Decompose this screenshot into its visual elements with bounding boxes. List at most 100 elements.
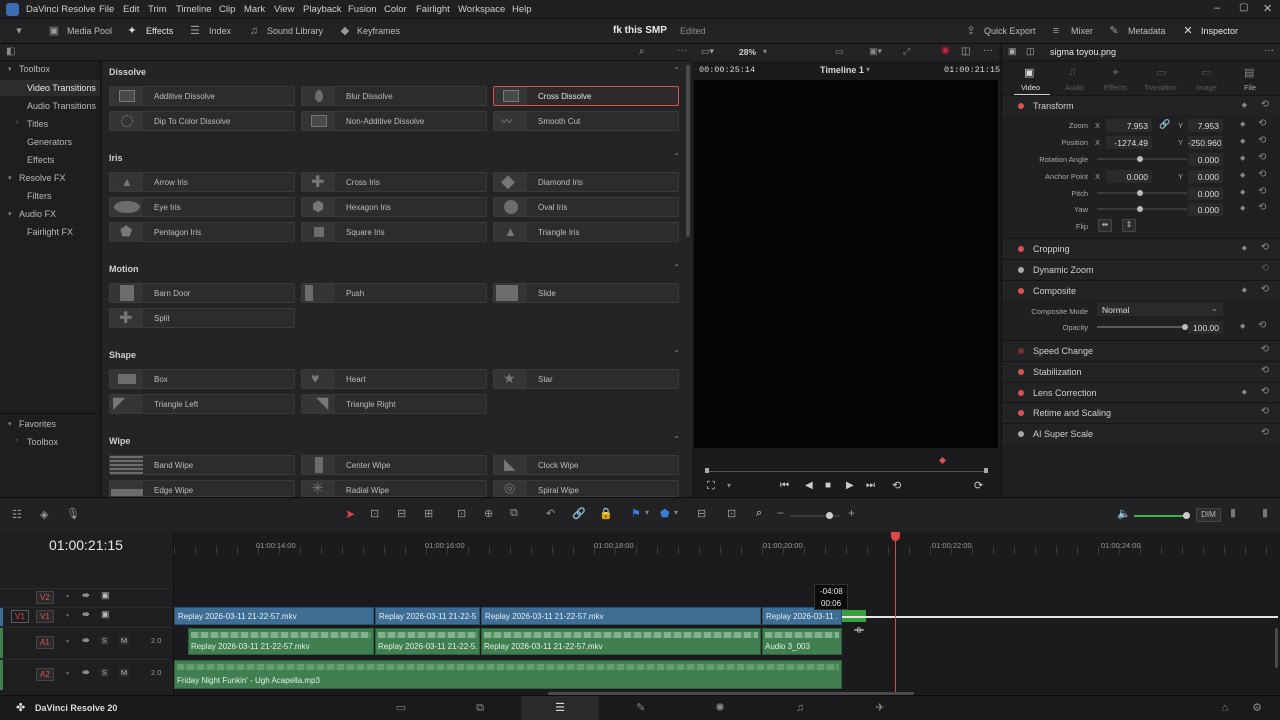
speed-change-section-header[interactable]: Speed Change ⟲ [1002,340,1280,360]
anchor-y-field[interactable]: 0.000 [1188,170,1223,183]
viewer-scrubber[interactable] [707,471,987,472]
track-a1-label[interactable]: A1 [36,636,54,649]
timeline-view-options-icon[interactable]: ☷ [12,508,22,521]
stop-icon[interactable]: ■ [825,480,831,491]
sidebar-item-effects[interactable]: Effects [27,155,54,165]
keyframe-icon[interactable]: ◆ [1242,388,1247,396]
viewer-mode-icon[interactable]: ▣▾ [869,46,882,57]
settings-gear-icon[interactable]: ⚙ [1250,701,1264,715]
reset-icon[interactable]: ⟲ [1258,186,1266,197]
deliver-page-icon[interactable]: ✈ [873,701,887,715]
opacity-slider[interactable] [1097,326,1187,328]
opacity-field[interactable]: 100.00 [1188,321,1223,334]
chevron-down-icon[interactable]: ▾ [645,508,649,517]
effect-triangle-right[interactable]: ◥ Triangle Right [301,394,487,414]
quick-export-button[interactable]: Quick Export [984,26,1036,36]
lock-icon[interactable]: ▪ [66,591,69,601]
selection-tool-icon[interactable]: ➤ [345,507,355,521]
viewer-more-icon[interactable]: ··· [983,45,993,56]
index-button[interactable]: Index [209,26,231,36]
effect-box[interactable]: Box [109,369,295,389]
pitch-field[interactable]: 0.000 [1188,187,1223,200]
chevron-up-icon[interactable]: ⌃ [673,263,680,272]
menu-mark[interactable]: Mark [244,4,265,15]
viewer-layout-icon[interactable]: ▭▾ [701,46,714,57]
chevron-down-icon[interactable]: ▾ [727,481,731,490]
sound-library-button[interactable]: Sound Library [267,26,323,36]
keyframes-button[interactable]: Keyframes [357,26,400,36]
inspector-button[interactable]: Inspector [1201,26,1238,36]
reset-icon[interactable]: ⟲ [1261,284,1269,295]
anchor-x-field[interactable]: 0.000 [1106,170,1152,183]
keyframe-icon[interactable]: ◆ [1240,171,1245,179]
ai-super-scale-section-header[interactable]: AI Super Scale ⟲ [1002,423,1280,443]
audio-clip[interactable]: Replay 2026-03-11 21-22-5... [375,628,480,655]
composite-section-header[interactable]: Composite ◆ ⟲ [1002,280,1280,300]
zoom-in-icon[interactable]: + [848,506,855,520]
effect-eye-iris[interactable]: Eye Iris [109,197,295,217]
cut-page-icon[interactable]: ⧉ [473,701,487,715]
media-page-icon[interactable]: ▭ [394,701,408,715]
reset-icon[interactable]: ⟲ [1258,152,1266,163]
tab-image[interactable]: Image [1196,83,1217,92]
reset-icon[interactable]: ⟲ [1261,386,1269,397]
enable-dot[interactable] [1018,267,1024,273]
enable-dot[interactable] [1018,288,1024,294]
keyframe-icon[interactable]: ◆ [1240,120,1245,128]
color-viewer-icon[interactable]: ◉ [941,45,950,56]
retime-scaling-section-header[interactable]: Retime and Scaling ⟲ [1002,402,1280,422]
chevron-down-icon[interactable]: ▾ [674,508,678,517]
menu-file[interactable]: File [99,4,114,15]
effect-edge-wipe[interactable]: Edge Wipe [109,480,295,497]
effect-non-additive-dissolve[interactable]: Non-Additive Dissolve [301,111,487,131]
chevron-down-icon[interactable]: ▾ [8,65,12,73]
track-a2-label[interactable]: A2 [36,668,54,681]
menu-clip[interactable]: Clip [219,4,235,15]
reset-icon[interactable]: ⟲ [1258,135,1266,146]
chevron-right-icon[interactable]: › [16,437,18,444]
track-v1-label[interactable]: V1 [36,610,54,623]
reset-icon[interactable]: ⟲ [1258,202,1266,213]
video-clip[interactable]: Replay 2026-03-11 21-22-5... [375,607,480,625]
split-view-icon[interactable]: ◫ [1026,46,1035,57]
mixer-button[interactable]: Mixer [1071,26,1093,36]
timeline-timecode[interactable]: 01:00:21:15 [49,537,123,553]
dynamic-zoom-section-header[interactable]: Dynamic Zoom ⟲ [1002,259,1280,279]
chevron-down-icon[interactable]: ▾ [8,420,12,428]
track-visibility-icon[interactable]: ▣ [101,590,110,601]
sidebar-item-audio-fx[interactable]: Audio FX [19,209,56,219]
effect-push[interactable]: Push [301,283,487,303]
menu-edit[interactable]: Edit [123,4,139,15]
tab-file[interactable]: File [1244,83,1256,92]
chevron-down-icon[interactable]: ▾ [8,210,12,218]
viewer-zoom[interactable]: 28% [739,47,756,57]
yaw-field[interactable]: 0.000 [1188,203,1223,216]
sidebar-item-filters[interactable]: Filters [27,191,52,201]
menu-view[interactable]: View [274,4,294,15]
transform-overlay-icon[interactable]: ⛶ [707,480,715,493]
effect-clock-wipe[interactable]: ◣ Clock Wipe [493,455,679,475]
fusion-page-icon[interactable]: ✎ [634,701,648,715]
reset-icon[interactable]: ⟲ [1258,169,1266,180]
maximize-icon[interactable]: ▢ [1239,2,1248,13]
effect-triangle-left[interactable]: ◤ Triangle Left [109,394,295,414]
menu-workspace[interactable]: Workspace [458,4,505,15]
mute-button[interactable]: M [119,636,130,645]
keyframe-icon[interactable]: ◆ [1242,101,1247,109]
match-frame-icon[interactable]: ⟳ [974,479,983,492]
overwrite-clip-icon[interactable]: ⊕ [484,507,493,520]
insert-clip-icon[interactable]: ⊡ [457,507,466,520]
reset-icon[interactable]: ⟲ [1258,118,1266,129]
reset-icon[interactable]: ⟲ [1261,365,1269,376]
menu-fairlight[interactable]: Fairlight [416,4,450,15]
solo-button[interactable]: S [100,668,110,677]
trim-tool-icon[interactable]: ⊡ [370,507,379,520]
loop-icon[interactable]: ⟲ [892,479,901,492]
effect-oval-iris[interactable]: Oval Iris [493,197,679,217]
tab-audio[interactable]: Audio [1065,83,1084,92]
video-clip[interactable]: Replay 2026-03-11 21-22-57.mkv [481,607,761,625]
auto-select-icon[interactable]: ⇼ [82,667,90,678]
video-clip[interactable]: Replay 2026-03-11 21-22-57.mkv [174,607,374,625]
link-clips-icon[interactable]: 🔗 [572,507,586,520]
chevron-up-icon[interactable]: ⌃ [673,152,680,161]
